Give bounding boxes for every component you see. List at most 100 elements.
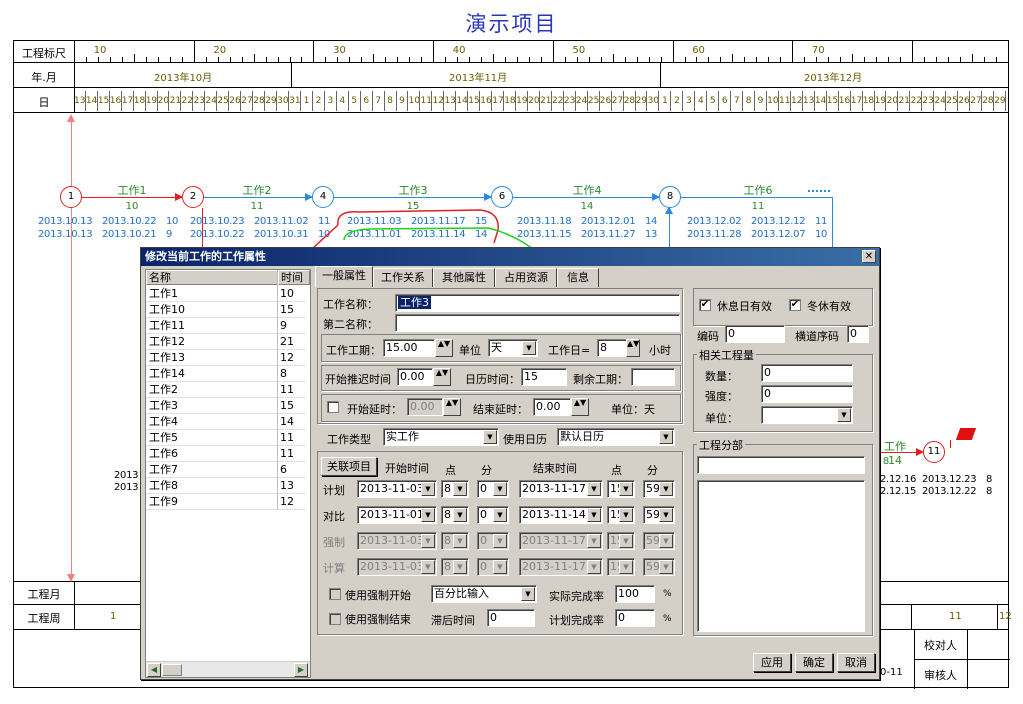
chevron-down-icon[interactable]: ▼ [421,560,435,574]
chevron-down-icon[interactable]: ▼ [453,534,467,548]
list-hscrollbar[interactable]: ◀ ▶ [146,661,310,677]
work-name-input[interactable]: 工作3 [395,294,680,312]
list-header-name[interactable]: 名称 [146,270,278,285]
time-row-h-select[interactable]: 8 ▼ [441,506,469,524]
list-item[interactable]: 工作4 14 [146,414,306,430]
time-row-start-select[interactable]: 2013-11-01 ▼ [357,506,437,524]
chevron-down-icon[interactable]: ▼ [619,560,633,574]
chevron-down-icon[interactable]: ▼ [659,430,673,444]
time-row-m-select[interactable]: 0 ▼ [477,480,509,498]
chevron-down-icon[interactable]: ▼ [659,560,673,574]
start-delay-input[interactable]: 0.00 [397,368,433,386]
list-item[interactable]: 工作2 11 [146,382,306,398]
time-row-end-select[interactable]: 2013-11-17 ▼ [519,558,603,576]
time-row-start-select[interactable]: 2013-11-03 ▼ [357,558,437,576]
time-row-m-select[interactable]: 0 ▼ [477,558,509,576]
chevron-down-icon[interactable]: ▼ [659,482,673,496]
winter-checkbox[interactable]: ✔ [789,299,801,311]
chevron-down-icon[interactable]: ▼ [453,508,467,522]
end-lag-input[interactable]: 0.00 [533,398,571,416]
remaining-input[interactable] [631,368,675,386]
time-row-h-select[interactable]: 8 ▼ [441,480,469,498]
scroll-left-icon[interactable]: ◀ [147,663,161,677]
time-row-start-select[interactable]: 2013-11-03 ▼ [357,480,437,498]
time-row-h-select[interactable]: 8 ▼ [441,558,469,576]
list-item[interactable]: 工作6 11 [146,446,306,462]
calendar-time-input[interactable]: 15 [521,368,567,386]
list-item[interactable]: 工作7 6 [146,462,306,478]
chevron-down-icon[interactable]: ▼ [521,587,535,601]
list-item[interactable]: 工作10 15 [146,302,306,318]
chevron-down-icon[interactable]: ▼ [587,482,601,496]
related-project-button[interactable]: 关联项目 [321,457,377,476]
unit-select[interactable]: 天 ▼ [488,339,538,357]
plan-rate-input[interactable]: 0 [615,609,655,627]
code-input[interactable]: 0 [725,325,785,343]
calendar-select[interactable]: 默认日历 ▼ [557,428,675,446]
list-item[interactable]: 工作11 9 [146,318,306,334]
chevron-down-icon[interactable]: ▼ [837,408,851,422]
time-row-h-select[interactable]: 8 ▼ [441,532,469,550]
time-row-em-select[interactable]: 59 ▼ [643,532,675,550]
time-row-end-select[interactable]: 2013-11-17 ▼ [519,480,603,498]
chevron-down-icon[interactable]: ▼ [587,560,601,574]
chevron-down-icon[interactable]: ▼ [619,508,633,522]
time-row-em-select[interactable]: 59 ▼ [643,558,675,576]
time-row-eh-select[interactable]: 15 ▼ [607,506,635,524]
time-row-eh-select[interactable]: 15 ▼ [607,480,635,498]
time-row-eh-select[interactable]: 15 ▼ [607,558,635,576]
chevron-down-icon[interactable]: ▼ [659,508,673,522]
time-row-m-select[interactable]: 0 ▼ [477,532,509,550]
list-item[interactable]: 工作13 12 [146,350,306,366]
scroll-thumb[interactable] [162,664,182,676]
time-row-eh-select[interactable]: 15 ▼ [607,532,635,550]
chevron-down-icon[interactable]: ▼ [453,482,467,496]
division-list[interactable] [697,480,865,632]
chevron-down-icon[interactable]: ▼ [421,482,435,496]
list-header-time[interactable]: 时间 [278,270,310,285]
start-lag-checkbox[interactable] [327,401,339,413]
tab-general[interactable]: 一般属性 [315,266,373,287]
chevron-down-icon[interactable]: ▼ [421,508,435,522]
chevron-down-icon[interactable]: ▼ [587,508,601,522]
end-lag-spin-icon[interactable]: ▲▼ [571,398,589,416]
tab-other[interactable]: 其他属性 [433,268,495,287]
tab-relations[interactable]: 工作关系 [373,268,433,287]
workday-input[interactable]: 8 [597,339,627,357]
scroll-right-icon[interactable]: ▶ [294,663,308,677]
chevron-down-icon[interactable]: ▼ [493,560,507,574]
list-item[interactable]: 工作14 8 [146,366,306,382]
type-select[interactable]: 实工作 ▼ [383,428,499,446]
force-start-checkbox[interactable] [329,588,341,600]
list-item[interactable]: 工作5 11 [146,430,306,446]
list-item[interactable]: 工作1 10 [146,286,306,302]
lane-input[interactable]: 0 [847,325,869,343]
list-item[interactable]: 工作8 13 [146,478,306,494]
start-delay-spin-icon[interactable]: ▲▼ [433,368,451,386]
start-lag-input[interactable]: 0.00 [407,398,443,416]
workday-spin-icon[interactable]: ▲▼ [626,339,640,357]
lag-time-input[interactable]: 0 [487,609,535,627]
list-item[interactable]: 工作12 21 [146,334,306,350]
chevron-down-icon[interactable]: ▼ [493,508,507,522]
start-lag-spin-icon[interactable]: ▲▼ [443,398,461,416]
chevron-down-icon[interactable]: ▼ [659,534,673,548]
time-row-m-select[interactable]: 0 ▼ [477,506,509,524]
intensity-input[interactable]: 0 [761,385,853,403]
chevron-down-icon[interactable]: ▼ [619,534,633,548]
duration-spin-icon[interactable]: ▲▼ [435,339,453,357]
actual-rate-input[interactable]: 100 [615,585,655,603]
qty-unit-select[interactable]: ▼ [761,406,853,424]
chevron-down-icon[interactable]: ▼ [619,482,633,496]
percent-input-select[interactable]: 百分比输入 ▼ [431,585,537,603]
time-row-start-select[interactable]: 2013-11-03 ▼ [357,532,437,550]
ok-button[interactable]: 确定 [795,653,833,672]
qty-input[interactable]: 0 [761,364,853,382]
chevron-down-icon[interactable]: ▼ [493,534,507,548]
chevron-down-icon[interactable]: ▼ [587,534,601,548]
time-row-end-select[interactable]: 2013-11-17 ▼ [519,532,603,550]
chevron-down-icon[interactable]: ▼ [483,430,497,444]
time-row-em-select[interactable]: 59 ▼ [643,506,675,524]
duration-input[interactable]: 15.00 [383,339,435,357]
second-name-input[interactable] [395,314,680,332]
